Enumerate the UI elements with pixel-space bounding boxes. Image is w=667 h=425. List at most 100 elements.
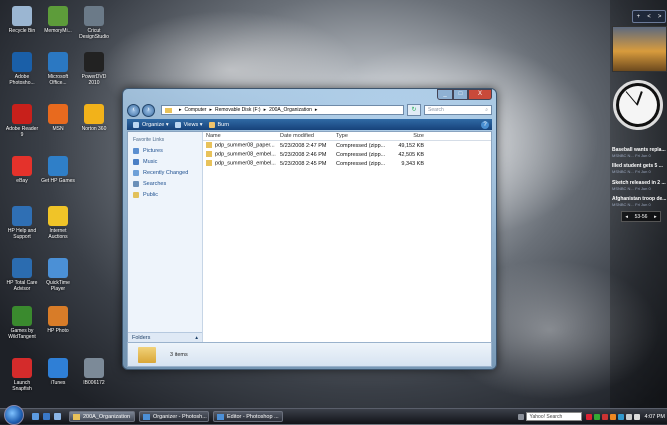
nav-link[interactable]: Pictures — [133, 147, 202, 154]
desktop-icon-label: Internet Auctions — [48, 228, 68, 240]
desktop-icon-label: Recycle Bin — [8, 28, 36, 34]
desktop-icon[interactable]: iTunes — [40, 358, 76, 386]
file-name: pdp_summer08_embel... — [203, 151, 277, 158]
task-explorer[interactable]: 200A_Organization — [69, 411, 135, 422]
nav-link-label: Searches — [143, 180, 167, 187]
minimize-button[interactable]: _ — [437, 89, 453, 100]
feed-item[interactable]: Sketch released in 2 ... MSNBC N... Fri J… — [612, 180, 667, 192]
feed-item[interactable]: Illed student gets 5 ... MSNBC N... Fri J… — [612, 163, 667, 175]
address-bar[interactable]: ▸ Computer ▸ Removable Disk (F:) ▸ 200A_Org… — [161, 105, 404, 115]
desktop-icon[interactable]: QuickTime Player — [40, 258, 76, 292]
feed-pager[interactable]: ◂ 53-56 ▸ — [621, 211, 661, 222]
file-row[interactable]: pdp_summer08_paper... 5/23/2008 2:47 PM Co… — [203, 141, 491, 150]
switch-windows-icon[interactable] — [54, 413, 61, 420]
norton-icon — [84, 104, 104, 124]
show-desktop-icon[interactable] — [32, 413, 39, 420]
search-input[interactable]: Search ⌕ — [424, 105, 492, 115]
breadcrumb-folder[interactable]: 200A_Organization — [269, 107, 312, 113]
folders-toggle[interactable]: Folders ▴ — [128, 332, 202, 342]
tray-icon[interactable] — [585, 413, 592, 420]
msn-icon — [48, 104, 68, 124]
desktop-icon[interactable]: Recycle Bin — [4, 6, 40, 34]
desktop-icon[interactable]: Games by WildTangent — [4, 306, 40, 340]
column-headers: Name Date modified Type Size — [203, 132, 491, 141]
close-button[interactable]: X — [468, 89, 492, 100]
file-list: Name Date modified Type Size pdp_summer0… — [203, 132, 491, 342]
burn-button[interactable]: Burn — [208, 121, 229, 128]
nav-link-label: Pictures — [143, 147, 163, 154]
powerdvd-icon — [84, 52, 104, 72]
desktop-icon[interactable]: MemoryMi... — [40, 6, 76, 34]
desktop-icon-label: PowerDVD 2010 — [81, 74, 107, 86]
column-name[interactable]: Name — [203, 133, 277, 139]
desktop-icon[interactable]: IB006172 — [76, 358, 112, 386]
folder-icon — [133, 191, 139, 198]
volume-icon[interactable] — [633, 413, 640, 420]
desktop-icon[interactable]: Adobe Reader 9 — [4, 104, 40, 138]
command-bar: Organize ▾ Views ▾ Burn ? — [127, 119, 492, 130]
desktop-icon[interactable]: Microsoft Office... — [40, 52, 76, 86]
breadcrumb-drive[interactable]: Removable Disk (F:) — [215, 107, 261, 113]
task-editor[interactable]: Editor - Photoshop ... — [213, 411, 283, 422]
organize-button[interactable]: Organize ▾ — [133, 121, 169, 128]
feed-item[interactable]: Afghanistan troop de... MSNBC N... Fri Ju… — [612, 196, 667, 208]
file-size: 42,505 KB — [398, 151, 424, 158]
start-button[interactable] — [4, 404, 24, 425]
nav-link-label: Music — [143, 158, 158, 165]
quicktime-icon — [48, 258, 68, 278]
hp-photo-icon — [48, 306, 68, 326]
desktop-icon[interactable]: HP Photo — [40, 306, 76, 334]
column-size[interactable]: Size — [389, 133, 427, 139]
slideshow-gadget[interactable] — [612, 26, 667, 72]
maximize-button[interactable]: □ — [453, 89, 468, 100]
help-icon — [12, 206, 32, 226]
wildtangent-icon — [12, 306, 32, 326]
nav-link[interactable]: Recently Changed — [133, 169, 202, 176]
desktop-icon[interactable]: HP Help and Support — [4, 206, 40, 240]
nav-link[interactable]: Searches — [133, 180, 202, 187]
sidebar-prev[interactable]: < — [647, 14, 651, 20]
desktop-icon[interactable]: Adobe Photosho... — [4, 52, 40, 86]
hp-care-icon — [12, 258, 32, 278]
yahoo-search-input[interactable]: Yahoo! Search — [525, 412, 582, 421]
desktop-icon[interactable]: eBay — [4, 156, 40, 184]
tray-icon[interactable] — [609, 413, 616, 420]
sidebar-controls[interactable]: + < > — [632, 10, 666, 23]
nav-link[interactable]: Music — [133, 158, 202, 165]
tray-icon[interactable] — [593, 413, 600, 420]
file-date: 5/23/2008 2:46 PM — [280, 151, 327, 158]
desktop-icon[interactable]: Cricut DesignStudio — [76, 6, 112, 40]
desktop-icon-label: IB006172 — [83, 380, 105, 386]
desktop-icon[interactable]: Get HP Games — [40, 156, 76, 184]
desktop-icon[interactable]: Internet Auctions — [40, 206, 76, 240]
yahoo-toolbar-icon[interactable] — [517, 413, 524, 420]
help-icon[interactable]: ? — [481, 120, 489, 129]
nav-link[interactable]: Public — [133, 191, 202, 198]
feed-item[interactable]: Baseball wants repla... MSNBC N... Fri Ju… — [612, 147, 667, 159]
desktop-icon[interactable]: Norton 360 — [76, 104, 112, 132]
tray-icon[interactable] — [601, 413, 608, 420]
clock-time[interactable]: 4:07 PM — [645, 414, 665, 420]
ie-icon[interactable] — [43, 413, 50, 420]
desktop-icon-label: Get HP Games — [41, 178, 75, 184]
file-type: Compressed (zipp... — [336, 142, 386, 149]
back-button[interactable]: ‹ — [127, 103, 140, 117]
views-button[interactable]: Views ▾ — [174, 121, 203, 128]
desktop-icon[interactable]: Launch Snapfish — [4, 358, 40, 392]
forward-button[interactable]: › — [142, 103, 155, 117]
column-date[interactable]: Date modified — [277, 133, 333, 139]
tray-icon[interactable] — [617, 413, 624, 420]
refresh-button[interactable]: ↻ — [407, 104, 421, 116]
file-row[interactable]: pdp_summer08_embel... 5/23/2008 2:45 PM Co… — [203, 159, 491, 168]
desktop-icon[interactable]: PowerDVD 2010 — [76, 52, 112, 86]
file-row[interactable]: pdp_summer08_embel... 5/23/2008 2:46 PM Co… — [203, 150, 491, 159]
breadcrumb-computer[interactable]: Computer — [185, 107, 207, 113]
column-type[interactable]: Type — [333, 133, 389, 139]
network-icon[interactable] — [625, 413, 632, 420]
desktop-icon[interactable]: MSN — [40, 104, 76, 132]
sidebar-add-gadget[interactable]: + — [637, 14, 641, 20]
task-organizer[interactable]: Organizer - Photosh... — [139, 411, 209, 422]
sidebar-next[interactable]: > — [658, 14, 662, 20]
hp-games-icon — [48, 156, 68, 176]
desktop-icon[interactable]: HP Total Care Advisor — [4, 258, 40, 292]
